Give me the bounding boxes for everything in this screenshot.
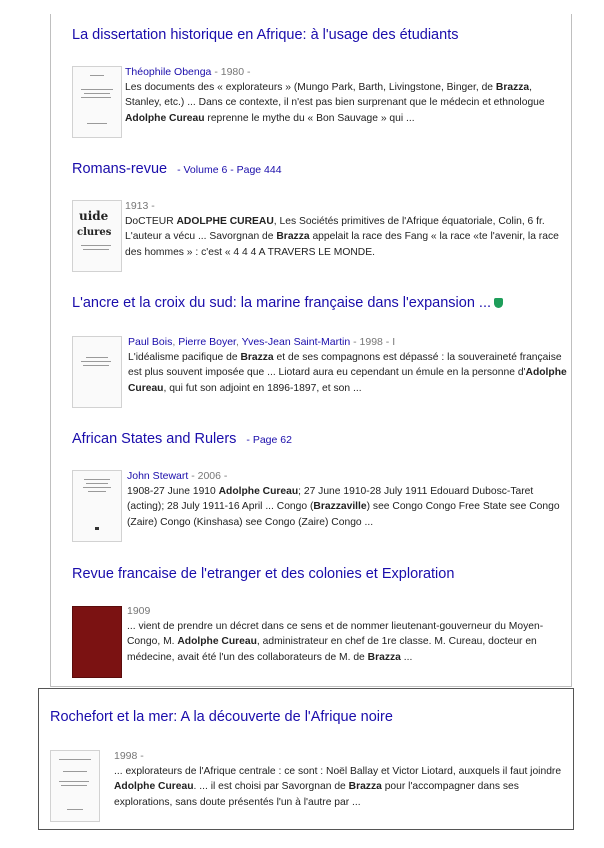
author-link[interactable]: Paul Bois — [128, 336, 172, 348]
result-meta: 1909 — [127, 605, 151, 617]
author-link[interactable]: Pierre Boyer — [178, 336, 236, 348]
result-title[interactable]: L'ancre et la croix du sud: la marine fr… — [72, 295, 504, 311]
result-snippet: Les documents des « explorateurs » (Mung… — [125, 82, 545, 124]
result-title[interactable]: La dissertation historique en Afrique: à… — [72, 27, 458, 43]
result-title[interactable]: Romans-revue - Volume 6 - Page 444 — [72, 161, 282, 177]
page-reference: - Volume 6 - Page 444 — [177, 164, 282, 176]
result-snippet: ... explorateurs de l'Afrique centrale :… — [114, 766, 562, 808]
cover-text: uide — [79, 209, 109, 223]
result-meta: Théophile Obenga - 1980 - — [125, 66, 251, 78]
book-cover-thumbnail[interactable] — [72, 606, 122, 678]
result-meta: Paul Bois, Pierre Boyer, Yves-Jean Saint… — [128, 336, 396, 348]
book-cover-thumbnail[interactable] — [50, 750, 100, 822]
book-cover-thumbnail[interactable] — [72, 336, 122, 408]
result-meta: John Stewart - 2006 - — [127, 470, 228, 482]
result-snippet: 1908-27 June 1910 Adolphe Cureau; 27 Jun… — [127, 486, 560, 528]
result-title[interactable]: African States and Rulers - Page 62 — [72, 431, 292, 447]
author-link[interactable]: Théophile Obenga — [125, 66, 211, 78]
author-link[interactable]: John Stewart — [127, 470, 188, 482]
result-snippet: DoCTEUR ADOLPHE CUREAU, Les Sociétés pri… — [125, 216, 559, 258]
book-cover-thumbnail[interactable] — [72, 66, 122, 138]
page-reference: - Page 62 — [246, 434, 292, 446]
result-meta: 1913 - — [125, 200, 155, 212]
book-cover-thumbnail[interactable] — [72, 470, 122, 542]
shield-icon — [494, 298, 504, 308]
book-cover-thumbnail[interactable]: uide clures — [72, 200, 122, 272]
result-meta: 1998 - — [114, 750, 144, 762]
author-link[interactable]: Yves-Jean Saint-Martin — [242, 336, 351, 348]
cover-text: clures — [77, 227, 112, 238]
result-title[interactable]: Rochefort et la mer: A la découverte de … — [50, 709, 393, 725]
result-title[interactable]: Revue francaise de l'etranger et des col… — [72, 566, 454, 582]
result-snippet: L'idéalisme pacifique de Brazza et de se… — [128, 352, 567, 394]
result-snippet: ... vient de prendre un décret dans ce s… — [127, 621, 544, 663]
